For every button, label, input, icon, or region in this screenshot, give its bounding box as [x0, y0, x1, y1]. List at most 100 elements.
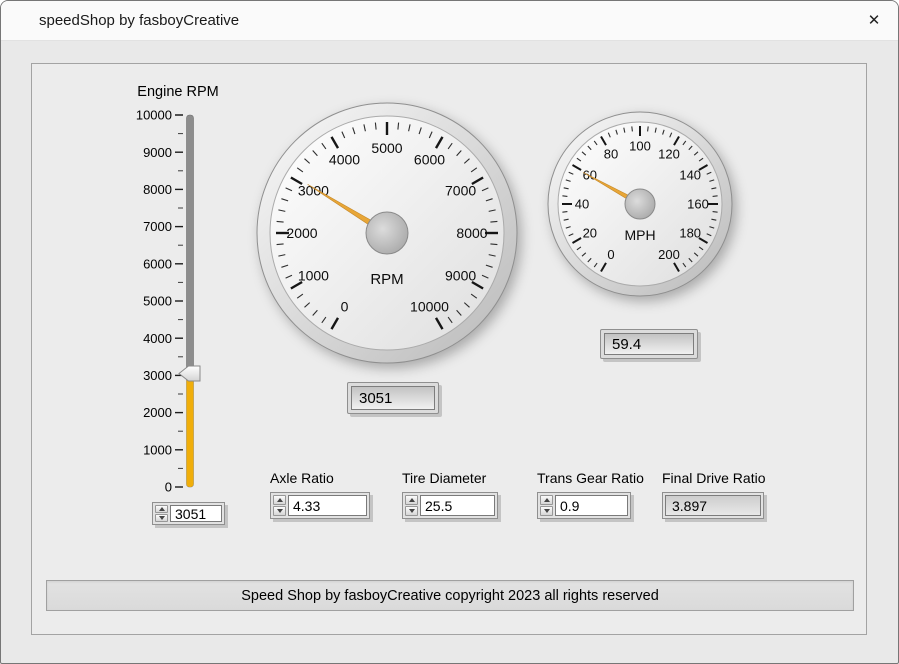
front-panel: Engine RPM 01000200030004000500060007000… — [31, 63, 867, 635]
gauge-scale-label: 160 — [687, 197, 709, 212]
trans-gear-ratio-label: Trans Gear Ratio — [537, 470, 644, 486]
slider-fill — [187, 374, 194, 488]
gauge-scale-label: 8000 — [456, 225, 487, 241]
footer-text: Speed Shop by fasboyCreative copyright 2… — [241, 588, 659, 604]
engine-rpm-label: Engine RPM — [130, 84, 226, 100]
spinner — [405, 495, 418, 516]
slider-scale-label: 5000 — [143, 294, 172, 309]
up-arrow-icon — [544, 498, 550, 502]
increment-button[interactable] — [273, 495, 286, 505]
gauge-scale-label: 120 — [658, 147, 680, 162]
decrement-button[interactable] — [405, 506, 418, 516]
up-arrow-icon — [159, 507, 165, 511]
titlebar[interactable]: speedShop by fasboyCreative ✕ — [1, 1, 898, 41]
slider-scale-label: 2000 — [143, 405, 172, 420]
app-window: speedShop by fasboyCreative ✕ Engine RPM… — [0, 0, 899, 664]
gauge-scale-label: 60 — [583, 168, 597, 183]
final-drive-ratio-value: 3.897 — [665, 495, 761, 516]
rpm-gauge: 0 1000 2000 30004000 5000 60007000 8000 9000 100… — [252, 98, 522, 368]
rpm-gauge-name: RPM — [370, 271, 403, 288]
slider-scale-label: 6000 — [143, 256, 172, 271]
rpm-display-value: 3051 — [351, 386, 435, 410]
mph-gauge-name: MPH — [624, 227, 655, 243]
increment-button[interactable] — [405, 495, 418, 505]
gauge-scale-label: 40 — [575, 197, 589, 212]
mph-gauge-hub — [625, 189, 655, 219]
gauge-scale-label: 0 — [607, 247, 614, 262]
gauge-scale-label: 4000 — [329, 151, 360, 167]
gauge-scale-label: 3000 — [298, 183, 329, 199]
up-arrow-icon — [409, 498, 415, 502]
param-trans-gear-ratio: Trans Gear Ratio — [537, 470, 644, 519]
gauge-scale-label: 10000 — [410, 299, 449, 315]
gauge-scale-label: 2000 — [286, 225, 317, 241]
gauge-scale-label: 9000 — [445, 268, 476, 284]
rpm-display: 3051 — [347, 382, 439, 414]
down-arrow-icon — [409, 509, 415, 513]
footer-banner: Speed Shop by fasboyCreative copyright 2… — [46, 580, 854, 611]
gauge-scale-label: 0 — [341, 299, 349, 315]
mph-display: 59.4 — [600, 329, 698, 359]
rpm-gauge-hub — [366, 212, 408, 254]
close-button[interactable]: ✕ — [858, 6, 890, 36]
gauge-scale-label: 200 — [658, 247, 680, 262]
spinner — [155, 505, 168, 522]
tire-diameter-input[interactable] — [420, 495, 495, 516]
gauge-scale-label: 80 — [604, 147, 618, 162]
slider-scale-label: 7000 — [143, 219, 172, 234]
up-arrow-icon — [277, 498, 283, 502]
increment-button[interactable] — [540, 495, 553, 505]
window-title: speedShop by fasboyCreative — [39, 1, 239, 41]
mph-display-value: 59.4 — [604, 333, 694, 355]
down-arrow-icon — [544, 509, 550, 513]
engine-rpm-numeric — [152, 502, 225, 525]
gauge-minor-tick — [277, 221, 284, 222]
slider-thumb[interactable] — [179, 366, 200, 381]
engine-rpm-input[interactable] — [170, 505, 222, 522]
final-drive-ratio-indicator: 3.897 — [662, 492, 764, 519]
gauge-scale-label: 20 — [583, 226, 597, 241]
slider-scale-label: 3000 — [143, 368, 172, 383]
slider-scale-label: 9000 — [143, 145, 172, 160]
trans-gear-ratio-input[interactable] — [555, 495, 628, 516]
gauge-scale-label: 1000 — [298, 268, 329, 284]
gauge-minor-tick — [277, 244, 284, 245]
slider-scale-label: 8000 — [143, 182, 172, 197]
param-final-drive-ratio: Final Drive Ratio 3.897 — [662, 470, 765, 519]
decrement-button[interactable] — [155, 514, 168, 522]
param-tire-diameter: Tire Diameter — [402, 470, 498, 519]
tire-diameter-label: Tire Diameter — [402, 470, 498, 486]
axle-ratio-input[interactable] — [288, 495, 367, 516]
slider-scale-label: 10000 — [136, 108, 172, 123]
mph-gauge: 0 20 40 60 80 100 120 140 160 180 200 MPH — [542, 106, 738, 302]
gauge-minor-tick — [490, 244, 497, 245]
gauge-scale-label: 7000 — [445, 183, 476, 199]
gauge-minor-tick — [648, 126, 649, 131]
axle-ratio-label: Axle Ratio — [270, 470, 370, 486]
gauge-minor-tick — [398, 123, 399, 130]
gauge-scale-label: 6000 — [414, 151, 445, 167]
down-arrow-icon — [159, 516, 165, 520]
final-drive-ratio-label: Final Drive Ratio — [662, 470, 765, 486]
gauge-minor-tick — [632, 126, 633, 131]
down-arrow-icon — [277, 509, 283, 513]
gauge-minor-tick — [490, 221, 497, 222]
spinner — [540, 495, 553, 516]
slider-scale-label: 1000 — [143, 442, 172, 457]
gauge-minor-tick — [562, 212, 567, 213]
gauge-minor-tick — [713, 196, 718, 197]
decrement-button[interactable] — [273, 506, 286, 516]
gauge-minor-tick — [375, 123, 376, 130]
trans-gear-ratio-control — [537, 492, 631, 519]
axle-ratio-control — [270, 492, 370, 519]
slider-scale-label: 0 — [165, 480, 172, 495]
gauge-minor-tick — [562, 196, 567, 197]
gauge-minor-tick — [713, 212, 718, 213]
increment-button[interactable] — [155, 505, 168, 513]
gauge-scale-label: 140 — [679, 168, 701, 183]
gauge-scale-label: 5000 — [371, 140, 402, 156]
decrement-button[interactable] — [540, 506, 553, 516]
engine-rpm-slider[interactable]: 0100020003000400050006000700080009000100… — [120, 102, 230, 502]
gauge-scale-label: 100 — [629, 139, 651, 154]
gauge-scale-label: 180 — [679, 226, 701, 241]
